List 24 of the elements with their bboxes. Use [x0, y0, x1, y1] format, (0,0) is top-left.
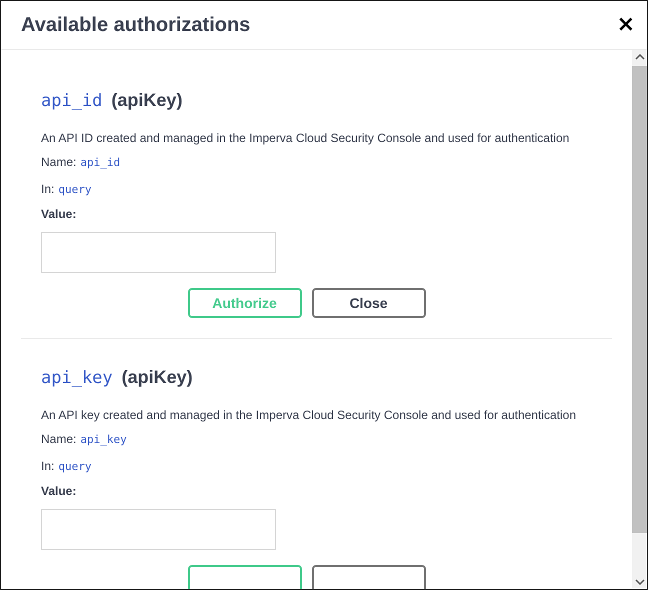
in-label: In:: [41, 459, 54, 473]
name-value: api_key: [80, 433, 127, 446]
name-value: api_id: [80, 156, 120, 169]
scheme-name: api_key: [41, 368, 113, 388]
value-input-field[interactable]: [41, 509, 276, 550]
name-label: Name:: [41, 432, 76, 446]
scheme-type: (apiKey): [122, 367, 193, 388]
value-label: Value:: [41, 207, 78, 221]
scheme-description: An API key created and managed in the Imperva Cloud Security Console and used for authentication: [41, 408, 577, 422]
scheme-type: (apiKey): [111, 90, 182, 111]
dialog-title: Available authorizations: [21, 14, 250, 36]
in-value: query: [58, 183, 92, 196]
value-input-field[interactable]: [41, 232, 276, 273]
value-label: Value:: [41, 484, 78, 498]
in-label: In:: [41, 182, 54, 196]
scheme-description: An API ID created and managed in the Imperva Cloud Security Console and used for authentication: [41, 131, 570, 145]
authorize-button[interactable]: [188, 565, 302, 589]
in-value: query: [58, 460, 92, 473]
close-button[interactable]: Close: [312, 288, 426, 318]
close-button[interactable]: [312, 565, 426, 589]
scroll-down-icon[interactable]: [634, 579, 644, 585]
scroll-up-icon[interactable]: [634, 54, 644, 60]
scheme-name: api_id: [41, 91, 102, 111]
name-label: Name:: [41, 155, 76, 169]
